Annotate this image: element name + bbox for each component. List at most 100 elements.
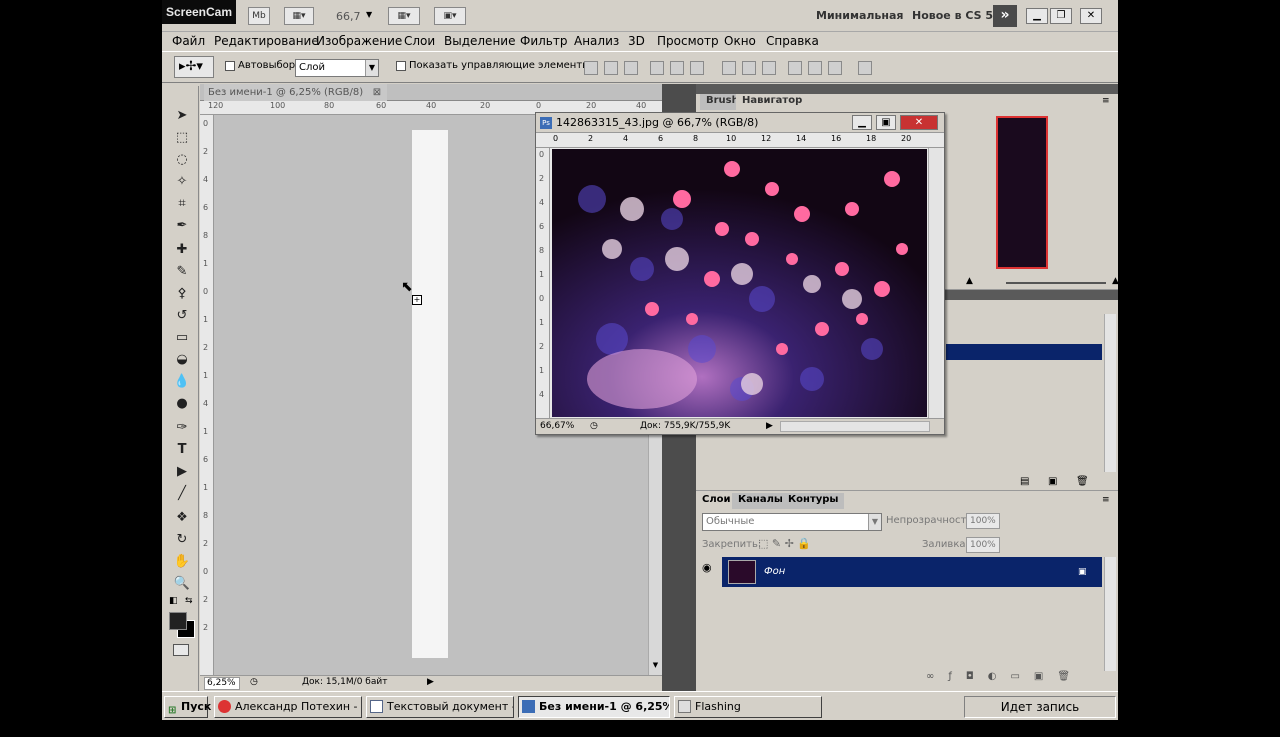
navigator-preview[interactable] <box>996 116 1048 269</box>
menu-3d[interactable]: 3D <box>628 34 645 48</box>
menu-window[interactable]: Окно <box>724 34 756 48</box>
quick-select-tool-icon[interactable]: ✧ <box>171 172 193 192</box>
distribute-hcenter-icon[interactable] <box>808 61 822 75</box>
layers-footer-icons[interactable]: ∞ƒ◘◐▭▣🗑 <box>926 671 1084 682</box>
quick-mask-icon[interactable] <box>173 644 189 656</box>
align-right-icon[interactable] <box>690 61 704 75</box>
history-selected-row[interactable] <box>946 344 1102 360</box>
fill-field[interactable]: 100% <box>966 537 1000 553</box>
menu-image[interactable]: Изображение <box>316 34 402 48</box>
path-select-tool-icon[interactable]: ▶ <box>171 462 193 482</box>
opacity-field[interactable]: 100% <box>966 513 1000 529</box>
distribute-left-icon[interactable] <box>788 61 802 75</box>
menu-analysis[interactable]: Анализ <box>574 34 619 48</box>
task-chrome[interactable]: Александр Потехин - G... <box>214 696 362 718</box>
menu-help[interactable]: Справка <box>766 34 819 48</box>
autoselect-select[interactable]: Слой ▼ <box>295 59 379 77</box>
workspace-minimal[interactable]: Минимальная <box>816 9 903 22</box>
layers-tab[interactable]: Слои <box>696 493 737 509</box>
layer-row[interactable]: Фон ▣ <box>722 557 1102 587</box>
brush-tool-icon[interactable]: ✎ <box>171 262 193 282</box>
image-window-titlebar[interactable]: Ps 142863315_43.jpg @ 66,7% (RGB/8) ▁ ▣ … <box>536 113 944 133</box>
pen-tool-icon[interactable]: ✑ <box>171 418 193 438</box>
menu-file[interactable]: Файл <box>172 34 205 48</box>
line-tool-icon[interactable]: ╱ <box>171 484 193 504</box>
zoom-dropdown-icon[interactable]: ▼ <box>366 10 372 19</box>
healing-brush-tool-icon[interactable]: ✚ <box>171 240 193 260</box>
type-tool-icon[interactable]: T <box>171 440 193 460</box>
minibridge-button[interactable]: Mb <box>248 7 270 25</box>
window-close-icon[interactable]: ✕ <box>900 115 938 130</box>
close-icon[interactable]: ✕ <box>1080 8 1102 24</box>
blur-tool-icon[interactable]: 💧 <box>171 372 193 392</box>
image-scrollbar[interactable] <box>928 148 942 418</box>
navigator-zoom-slider[interactable] <box>1006 282 1106 284</box>
blend-mode-select[interactable]: Обычные ▼ <box>702 513 882 531</box>
status-menu-arrow-icon[interactable]: ▶ <box>427 677 434 687</box>
distribute-bottom-icon[interactable] <box>762 61 776 75</box>
align-left-icon[interactable] <box>650 61 664 75</box>
new-snapshot-icon[interactable]: ▤ <box>1020 476 1029 487</box>
zoom-field[interactable]: 6,25% <box>204 677 240 690</box>
document-tab[interactable]: Без имени-1 @ 6,25% (RGB/8) ⊠ <box>204 84 388 101</box>
window-minimize-icon[interactable]: ▁ <box>852 115 872 130</box>
menu-view[interactable]: Просмотр <box>657 34 719 48</box>
bokeh-image[interactable] <box>552 149 927 417</box>
arrange-documents-button[interactable]: ▦▾ <box>388 7 420 25</box>
zoom-in-icon[interactable]: ▲ <box>1112 276 1118 286</box>
crop-tool-icon[interactable]: ⌗ <box>171 194 193 214</box>
eyedropper-tool-icon[interactable]: ✒ <box>171 216 193 236</box>
lock-icons[interactable]: ⬚ ✎ ✢ 🔒 <box>758 537 811 550</box>
eye-icon[interactable]: ◉ <box>702 561 712 574</box>
tool-preset-picker[interactable]: ▸✢▾ <box>174 56 214 78</box>
history-scrollbar[interactable] <box>1104 314 1116 472</box>
marquee-tool-icon[interactable]: ⬚ <box>171 128 193 148</box>
more-workspaces-button[interactable]: » <box>993 5 1017 27</box>
navigator-tab[interactable]: Навигатор <box>736 94 809 110</box>
distribute-right-icon[interactable] <box>828 61 842 75</box>
panel-menu-icon[interactable]: ≡ <box>1102 96 1110 106</box>
distribute-top-icon[interactable] <box>722 61 736 75</box>
trash-icon[interactable]: 🗑 <box>1076 476 1089 487</box>
align-vcenter-icon[interactable] <box>604 61 618 75</box>
paths-tab[interactable]: Контуры <box>782 493 845 509</box>
hand-tool-icon[interactable]: ✋ <box>171 552 193 572</box>
minimize-icon[interactable]: ▁ <box>1026 8 1048 24</box>
workspace-new-cs5[interactable]: Новое в CS 5 <box>912 9 993 22</box>
view-extras-button[interactable]: ▦▾ <box>284 7 314 25</box>
new-document-icon[interactable]: ▣ <box>1048 476 1057 487</box>
layers-menu-icon[interactable]: ≡ <box>1102 495 1110 505</box>
menu-edit[interactable]: Редактирование <box>214 34 319 48</box>
status-menu-arrow-icon[interactable]: ▶ <box>766 419 773 434</box>
screen-mode-button[interactable]: ▣▾ <box>434 7 466 25</box>
lasso-tool-icon[interactable]: ◌ <box>171 150 193 170</box>
foreground-color-swatch[interactable] <box>169 612 187 630</box>
status-info-icon[interactable]: ◷ <box>250 677 258 687</box>
align-bottom-icon[interactable] <box>624 61 638 75</box>
restore-icon[interactable]: ❐ <box>1050 8 1072 24</box>
menu-filter[interactable]: Фильтр <box>520 34 567 48</box>
distribute-vcenter-icon[interactable] <box>742 61 756 75</box>
clone-stamp-tool-icon[interactable]: ⚴ <box>171 284 193 304</box>
swap-colors-icon[interactable]: ⇆ <box>185 596 193 606</box>
image-horizontal-scrollbar[interactable] <box>780 421 930 432</box>
3d-rotate-tool-icon[interactable]: ❖ <box>171 508 193 528</box>
default-colors-icon[interactable]: ◧ <box>169 596 178 606</box>
channels-tab[interactable]: Каналы <box>732 493 789 509</box>
auto-align-icon[interactable] <box>858 61 872 75</box>
task-flashing[interactable]: Flashing <box>674 696 822 718</box>
menu-layers[interactable]: Слои <box>404 34 435 48</box>
menu-select[interactable]: Выделение <box>444 34 515 48</box>
task-notepad[interactable]: Текстовый документ - ... <box>366 696 514 718</box>
history-brush-tool-icon[interactable]: ↺ <box>171 306 193 326</box>
zoom-out-icon[interactable]: ▲ <box>966 276 973 286</box>
align-top-icon[interactable] <box>584 61 598 75</box>
task-photoshop[interactable]: Без имени-1 @ 6,25%... <box>518 696 670 718</box>
move-tool-icon[interactable]: ➤ <box>171 106 193 126</box>
layers-scrollbar[interactable] <box>1104 557 1116 671</box>
align-hcenter-icon[interactable] <box>670 61 684 75</box>
3d-orbit-tool-icon[interactable]: ↻ <box>171 530 193 550</box>
start-button[interactable]: ⊞ Пуск <box>164 696 211 718</box>
dodge-tool-icon[interactable]: ● <box>171 394 193 414</box>
window-maximize-icon[interactable]: ▣ <box>876 115 896 130</box>
